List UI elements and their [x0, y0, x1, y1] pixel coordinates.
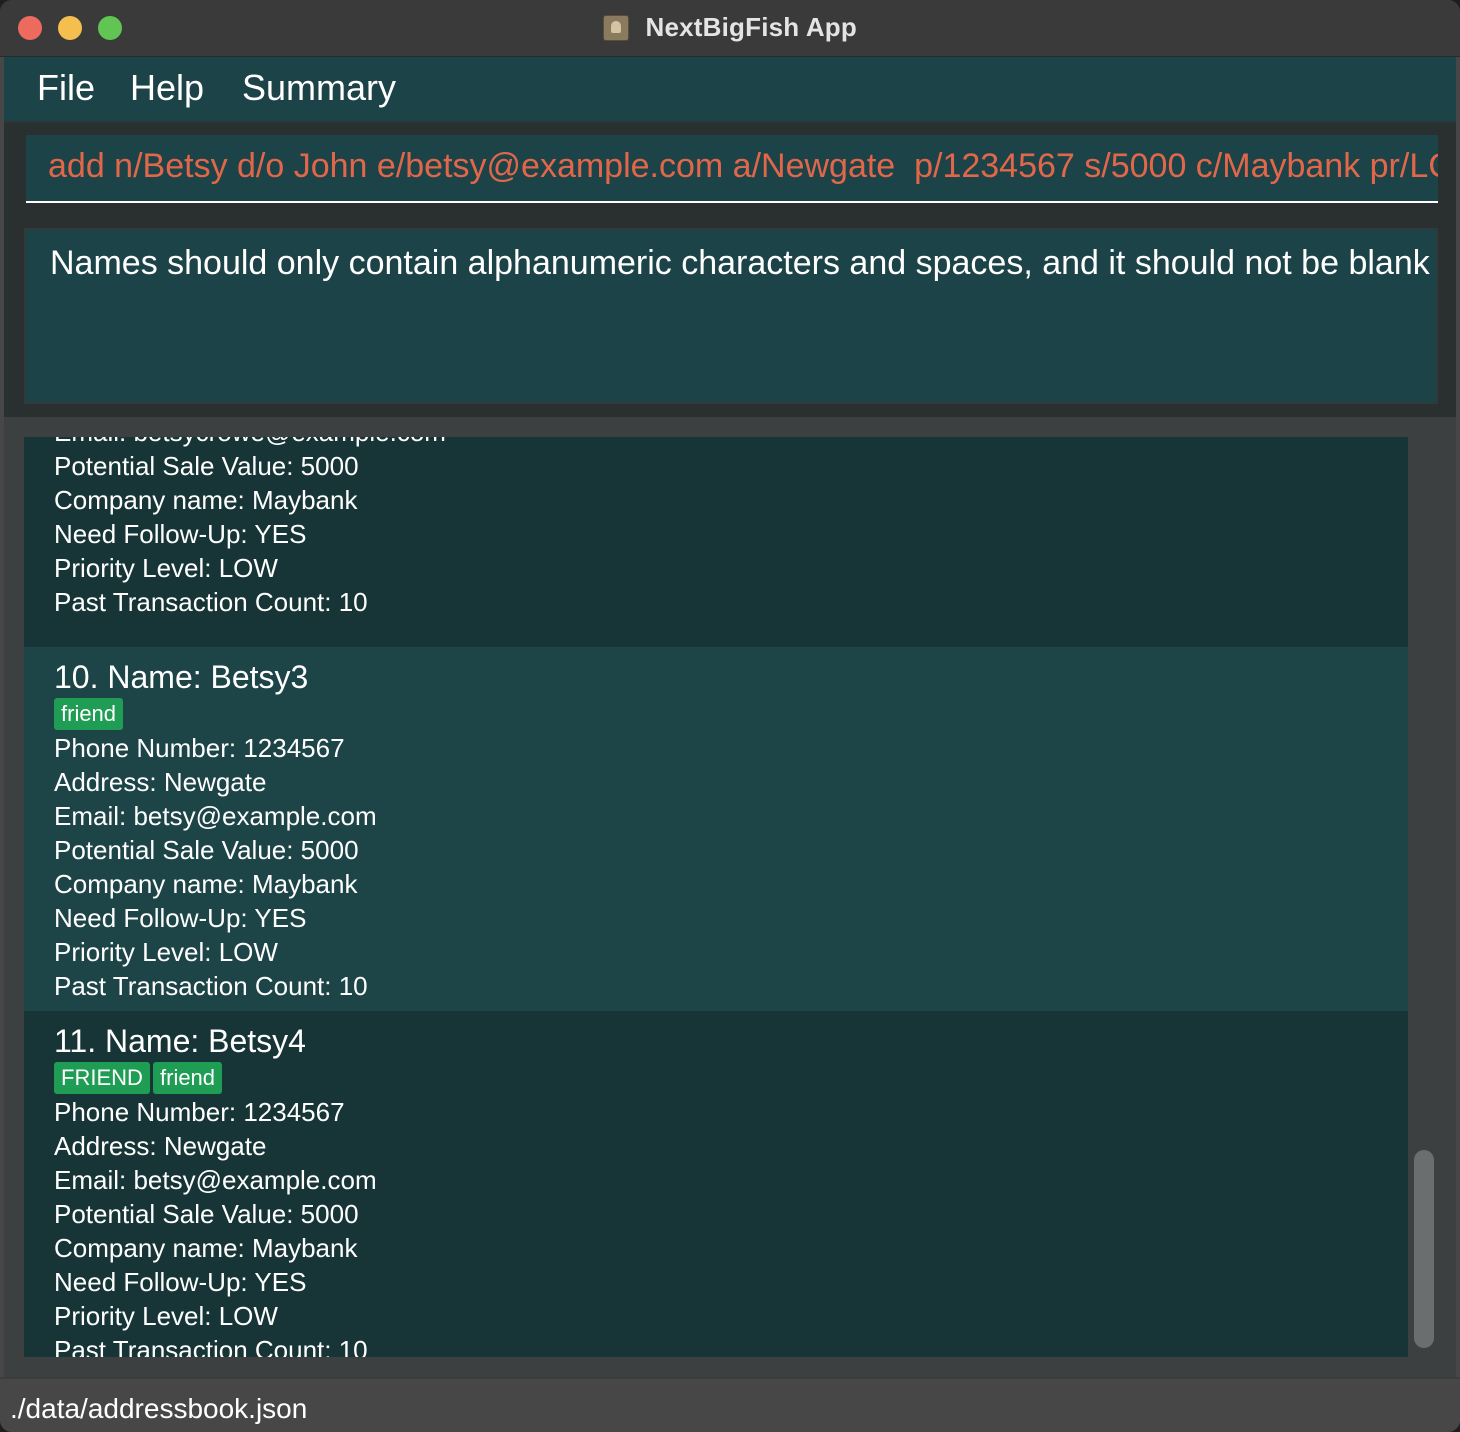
- list-scrollbar-thumb[interactable]: [1414, 1150, 1434, 1348]
- title-bar: NextBigFish App: [0, 0, 1460, 57]
- command-box-area: add n/Betsy d/o John e/betsy@example.com…: [4, 123, 1456, 215]
- person-transactions: Past Transaction Count: 10: [54, 971, 368, 1001]
- person-sale-value: Potential Sale Value: 5000: [54, 835, 359, 865]
- person-address: Address: Newgate: [54, 767, 267, 797]
- tag-badge: friend: [153, 1062, 223, 1094]
- menu-help[interactable]: Help: [130, 67, 204, 109]
- person-email: Email: betsycrowe@example.com: [54, 437, 446, 448]
- person-card-9[interactable]: Email: betsycrowe@example.com Potential …: [24, 437, 1408, 647]
- person-sale-value: Potential Sale Value: 5000: [54, 451, 359, 481]
- person-transactions: Past Transaction Count: 10: [54, 1335, 368, 1357]
- save-file-path: ./data/addressbook.json: [10, 1393, 308, 1424]
- person-address: Address: Newgate: [54, 1131, 267, 1161]
- person-email: Email: betsy@example.com: [54, 801, 377, 831]
- person-list-panel: Email: betsycrowe@example.com Potential …: [4, 417, 1456, 1377]
- person-sale-value: Potential Sale Value: 5000: [54, 1199, 359, 1229]
- person-company: Company name: Maybank: [54, 485, 358, 515]
- window-title-group: NextBigFish App: [0, 12, 1460, 44]
- person-followup: Need Follow-Up: YES: [54, 1267, 307, 1297]
- result-message: Names should only contain alphanumeric c…: [50, 244, 1430, 282]
- app-icon: [603, 14, 630, 41]
- person-followup: Need Follow-Up: YES: [54, 903, 307, 933]
- tag-badge: friend: [54, 698, 124, 730]
- menu-file[interactable]: File: [37, 67, 95, 109]
- person-priority: Priority Level: LOW: [54, 553, 278, 583]
- status-bar: ./data/addressbook.json: [0, 1377, 1460, 1432]
- person-company: Company name: Maybank: [54, 869, 358, 899]
- person-card-10[interactable]: 10. Name: Betsy3 friend Phone Number: 12…: [24, 647, 1408, 1011]
- person-transactions: Past Transaction Count: 10: [54, 587, 368, 617]
- person-phone: Phone Number: 1234567: [54, 733, 345, 763]
- app-window: NextBigFish App File Help Summary add n/…: [0, 0, 1460, 1432]
- menu-summary[interactable]: Summary: [242, 67, 396, 109]
- command-input-text: add n/Betsy d/o John e/betsy@example.com…: [48, 147, 1438, 185]
- result-display[interactable]: Names should only contain alphanumeric c…: [24, 228, 1438, 404]
- person-phone: Phone Number: 1234567: [54, 1097, 345, 1127]
- person-name: 10. Name: Betsy3: [54, 659, 309, 695]
- person-priority: Priority Level: LOW: [54, 937, 278, 967]
- person-name: 11. Name: Betsy4: [54, 1023, 306, 1059]
- person-card-11[interactable]: 11. Name: Betsy4 FRIEND friend Phone Num…: [24, 1011, 1408, 1357]
- result-display-area: Names should only contain alphanumeric c…: [4, 215, 1456, 417]
- command-input[interactable]: add n/Betsy d/o John e/betsy@example.com…: [26, 135, 1438, 203]
- tag-badge: FRIEND: [54, 1062, 150, 1094]
- menu-bar: File Help Summary: [4, 57, 1456, 123]
- person-followup: Need Follow-Up: YES: [54, 519, 307, 549]
- person-company: Company name: Maybank: [54, 1233, 358, 1263]
- person-email: Email: betsy@example.com: [54, 1165, 377, 1195]
- window-title: NextBigFish App: [645, 12, 857, 42]
- person-priority: Priority Level: LOW: [54, 1301, 278, 1331]
- person-list[interactable]: Email: betsycrowe@example.com Potential …: [24, 437, 1408, 1357]
